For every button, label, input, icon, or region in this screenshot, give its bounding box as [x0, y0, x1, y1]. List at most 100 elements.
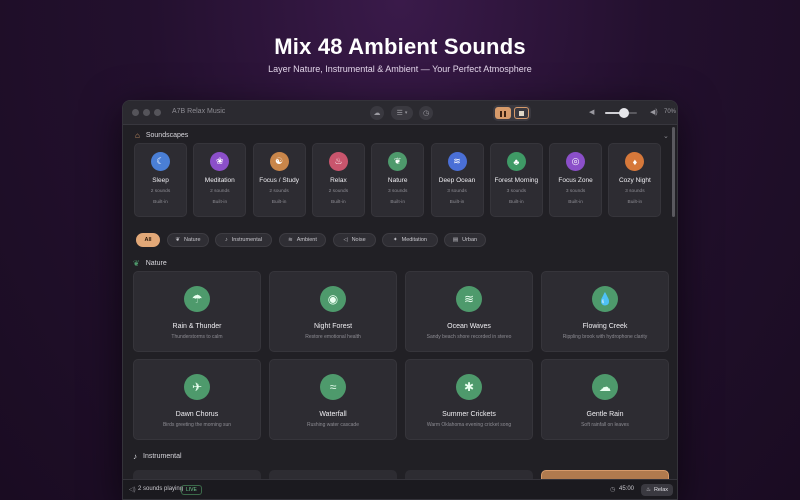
target-icon: ◎ [566, 152, 586, 171]
soundscape-tag: Built-in [508, 200, 524, 205]
soundscape-name: Meditation [204, 177, 235, 184]
spa-icon: ♨ [328, 152, 348, 171]
soundscape-name: Nature [387, 177, 408, 184]
sound-name: Ocean Waves [447, 323, 491, 330]
playback-controls [493, 105, 531, 121]
soundscape-tag: Built-in [212, 200, 228, 205]
soundscape-count: 2 sounds [269, 189, 289, 194]
filter-chip-urban[interactable]: ▤ Urban [444, 233, 486, 247]
app-title: A7B Relax Music [172, 108, 226, 115]
sound-description: Rippling brook with hydrophone clarity [562, 334, 648, 340]
soundscape-tile[interactable]: ♣ Forest Morning 3 sounds Built-in [489, 143, 543, 217]
soundscape-tag: Built-in [271, 200, 287, 205]
moon-icon: ☾ [151, 152, 170, 171]
soundscape-name: Cozy Night [618, 177, 651, 184]
timer-value[interactable]: 45:00 [619, 486, 634, 492]
soundscape-name: Focus / Study [259, 177, 299, 184]
volume-slider-handle[interactable] [619, 108, 629, 118]
pause-button[interactable] [495, 107, 511, 119]
live-badge: LIVE [181, 485, 202, 495]
instrumental-section-title: Instrumental [143, 453, 182, 460]
filter-chip-instrumental[interactable]: ♪ Instrumental [215, 233, 272, 247]
sound-description: Rushing water cascade [307, 422, 359, 428]
nature-section-header: ❦ Nature [133, 259, 167, 268]
filter-icon: ❦ [175, 237, 181, 243]
sound-description: Restore emotional health [305, 334, 361, 340]
scene-menu-button[interactable]: ☰ ▾ [391, 106, 413, 120]
filter-label: Noise [351, 237, 366, 243]
filter-icon: ▤ [452, 237, 459, 243]
filter-chip-all[interactable]: All [136, 233, 160, 247]
sound-card[interactable]: 💧 Flowing Creek Rippling brook with hydrop… [541, 271, 669, 352]
home-icon: ⌂ [135, 131, 140, 140]
filter-icon: ≋ [288, 237, 293, 243]
soundscape-tag: Built-in [627, 200, 643, 205]
sound-card[interactable]: ☁ Gentle Rain Soft rainfall on leaves [541, 359, 669, 440]
soundscape-count: 3 sounds [565, 189, 586, 194]
soundscape-name: Sleep [152, 177, 169, 184]
soundscape-count: 3 sounds [387, 189, 408, 194]
soundscape-tile[interactable]: ☯ Focus / Study 2 sounds Built-in [252, 143, 306, 217]
soundscape-name: Focus Zone [558, 177, 593, 184]
stop-button[interactable] [514, 107, 529, 119]
night-forest-icon: ◉ [320, 286, 346, 312]
soundscape-count: 2 sounds [210, 189, 230, 194]
soundscape-tile[interactable]: ❦ Nature 3 sounds Built-in [371, 143, 425, 217]
sound-card[interactable]: ☂ Rain & Thunder Thunderstorms to calm [133, 271, 261, 352]
filter-label: All [144, 237, 152, 243]
volume-low-icon: ◀ [589, 109, 595, 116]
filter-chip-nature[interactable]: ❦ Nature [167, 233, 209, 247]
soundscape-count: 3 sounds [625, 189, 645, 194]
filter-chip-meditation[interactable]: ✦ Meditation [382, 233, 438, 247]
zoom-window-button[interactable] [154, 109, 161, 116]
clock-icon: ◷ [422, 110, 430, 117]
sound-card[interactable]: ✈ Dawn Chorus Birds greeting the morning s… [133, 359, 261, 440]
soundscape-count: 3 sounds [506, 189, 527, 194]
soundscape-name: Forest Morning [494, 177, 539, 184]
leaf-icon: ❦ [133, 259, 140, 268]
sound-card[interactable]: ≈ Waterfall Rushing water cascade [269, 359, 397, 440]
soundscapes-header[interactable]: ⌂ Soundscapes [135, 131, 188, 140]
waves-icon: ≋ [447, 152, 467, 171]
chevron-down-icon: ▾ [404, 110, 408, 116]
soundscape-tile[interactable]: ☾ Sleep 2 sounds Built-in [134, 143, 187, 217]
current-scene-label: Relax [653, 487, 668, 493]
soundscape-tile[interactable]: ≋ Deep Ocean 3 sounds Built-in [430, 143, 484, 217]
sound-description: Thunderstorms to calm [171, 334, 223, 340]
filter-label: Urban [462, 237, 478, 243]
filter-chip-noise[interactable]: ◁ Noise [333, 233, 376, 247]
waves-icon: ≋ [456, 286, 482, 312]
minimize-window-button[interactable] [143, 109, 150, 116]
filter-chip-ambient[interactable]: ≋ Ambient [279, 233, 326, 247]
sound-card[interactable]: ✱ Summer Crickets Warm Oklahoma evening cr… [405, 359, 533, 440]
sound-card[interactable]: ≋ Ocean Waves Sandy beach shore recorded i… [405, 271, 533, 352]
soundscape-tag: Built-in [568, 200, 583, 205]
scene-icon: ☰ [396, 110, 403, 117]
water-drop-icon: 💧 [592, 286, 618, 312]
soundscape-count: 2 sounds [328, 189, 349, 194]
soundscape-tile[interactable]: ◎ Focus Zone 3 sounds Built-in [549, 143, 603, 217]
soundscape-tag: Built-in [153, 200, 168, 205]
filter-label: Ambient [296, 237, 317, 243]
sound-description: Soft rainfall on leaves [581, 422, 629, 428]
sound-name: Rain & Thunder [172, 323, 222, 330]
sound-name: Summer Crickets [442, 411, 496, 418]
close-window-button[interactable] [132, 109, 139, 116]
current-scene-button[interactable]: ♨ Relax [641, 484, 673, 496]
timer-button[interactable]: ◷ [419, 106, 433, 120]
sound-name: Gentle Rain [586, 411, 624, 418]
soundscape-tile[interactable]: ♨ Relax 2 sounds Built-in [311, 143, 365, 217]
bird-icon: ✈ [184, 374, 210, 400]
fire-icon: ♦ [625, 152, 645, 171]
soundscape-tile[interactable]: ❀ Meditation 2 sounds Built-in [193, 143, 247, 217]
cloud-drizzle-icon: ☁ [592, 374, 618, 400]
sound-card[interactable]: ◉ Night Forest Restore emotional health [269, 271, 397, 352]
collapse-chevron-icon[interactable]: ⌄ [663, 132, 669, 140]
soundscape-name: Deep Ocean [438, 177, 476, 184]
soundscape-tag: Built-in [331, 200, 346, 205]
scrollbar[interactable] [672, 127, 675, 217]
soundscape-tile[interactable]: ♦ Cozy Night 3 sounds Built-in [608, 143, 662, 217]
pause-icon [499, 104, 507, 122]
speaker-icon: ◁) [129, 487, 136, 493]
cloud-button[interactable]: ☁ [370, 106, 384, 120]
